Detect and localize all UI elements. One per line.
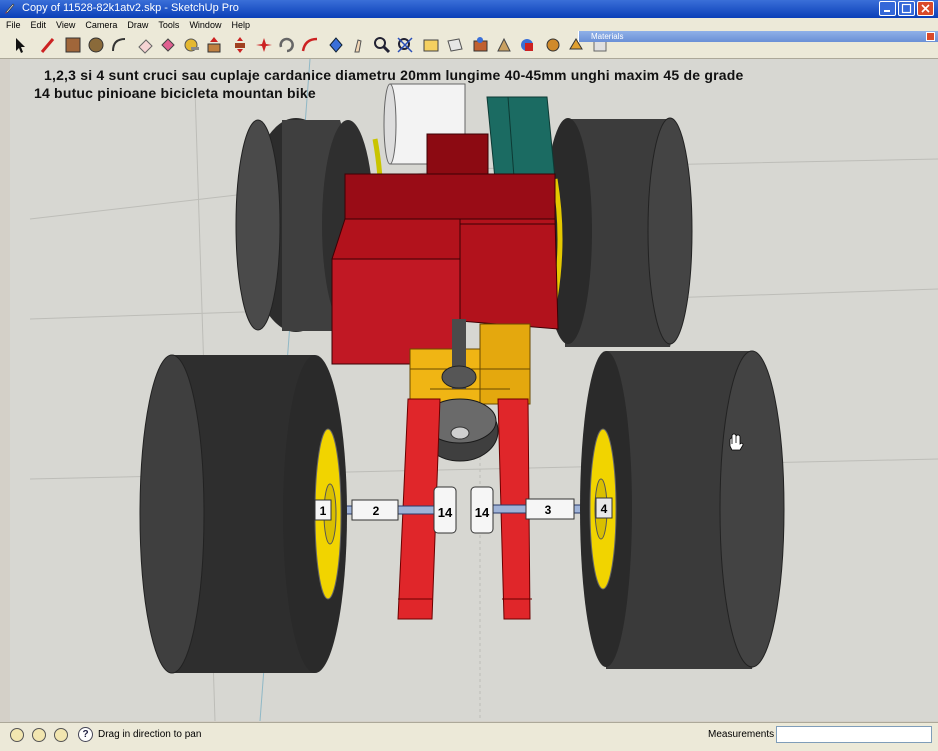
status-hint: Drag in direction to pan: [98, 729, 202, 740]
credits-icon[interactable]: [32, 728, 46, 742]
line-icon[interactable]: [38, 35, 58, 55]
eraser-icon[interactable]: [136, 35, 156, 55]
offset-icon[interactable]: [326, 35, 346, 55]
menu-camera[interactable]: Camera: [79, 18, 121, 32]
model-viewport[interactable]: 1 2 14 14 3 4 1,2,3 si 4 sunt cruci sau …: [10, 59, 938, 721]
follow-me-icon[interactable]: [277, 35, 297, 55]
get-models-icon[interactable]: [494, 35, 514, 55]
label-hub-left: 14: [438, 505, 453, 520]
pan-icon[interactable]: [372, 35, 392, 55]
menu-file[interactable]: File: [0, 18, 25, 32]
geo-location-icon[interactable]: [10, 728, 24, 742]
model-scene: 1 2 14 14 3 4: [29, 59, 938, 721]
rear-right-tire: [544, 117, 693, 347]
label-joint-3: 3: [545, 503, 552, 517]
select-icon[interactable]: [10, 35, 30, 55]
paint-bucket-icon[interactable]: [158, 35, 178, 55]
maximize-button[interactable]: [898, 1, 915, 16]
sketchup-app-icon: [5, 3, 15, 14]
close-button[interactable]: [917, 1, 934, 16]
menu-draw[interactable]: Draw: [121, 18, 152, 32]
arc-icon[interactable]: [109, 35, 129, 55]
orbit-icon[interactable]: [349, 35, 369, 55]
move-icon[interactable]: [230, 35, 250, 55]
menu-tools[interactable]: Tools: [152, 18, 183, 32]
menu-bar: File Edit View Camera Draw Tools Window …: [0, 18, 938, 32]
label-hub-right: 14: [475, 505, 490, 520]
close-icon[interactable]: [926, 32, 935, 41]
previous-view-icon[interactable]: [445, 35, 465, 55]
push-pull-icon[interactable]: [204, 35, 224, 55]
components-icon[interactable]: [543, 35, 563, 55]
zoom-extents-icon[interactable]: [421, 35, 441, 55]
scale-icon[interactable]: [300, 35, 320, 55]
menu-window[interactable]: Window: [183, 18, 225, 32]
title-bar: Copy of 11528-82k1atv2.skp - SketchUp Pr…: [0, 0, 938, 18]
label-joint-2: 2: [373, 504, 380, 518]
share-model-icon[interactable]: [517, 35, 537, 55]
zoom-icon[interactable]: [395, 35, 415, 55]
minimize-button[interactable]: [879, 1, 896, 16]
label-joint-4: 4: [601, 502, 608, 516]
rectangle-icon[interactable]: [63, 35, 83, 55]
window-title: Copy of 11528-82k1atv2.skp - SketchUp Pr…: [22, 2, 239, 14]
annotation-line-1: 1,2,3 si 4 sunt cruci sau cuplaje cardan…: [44, 67, 744, 83]
measurements-label: Measurements: [708, 729, 775, 740]
help-icon[interactable]: ?: [78, 727, 93, 742]
user-icon[interactable]: [54, 728, 68, 742]
annotation-line-2: 14 butuc pinioane bicicleta mountan bike: [34, 85, 316, 101]
tape-measure-icon[interactable]: [181, 35, 201, 55]
materials-panel-header[interactable]: Materials: [578, 31, 938, 42]
status-bar: ? Drag in direction to pan Measurements: [0, 722, 938, 751]
materials-panel-title: Materials: [591, 32, 624, 41]
label-joint-1: 1: [320, 504, 327, 518]
menu-help[interactable]: Help: [225, 18, 254, 32]
measurements-field[interactable]: [776, 726, 932, 743]
next-view-icon[interactable]: [471, 35, 491, 55]
rotate-icon[interactable]: [254, 35, 274, 55]
menu-edit[interactable]: Edit: [25, 18, 51, 32]
circle-icon[interactable]: [86, 35, 106, 55]
menu-view[interactable]: View: [50, 18, 79, 32]
